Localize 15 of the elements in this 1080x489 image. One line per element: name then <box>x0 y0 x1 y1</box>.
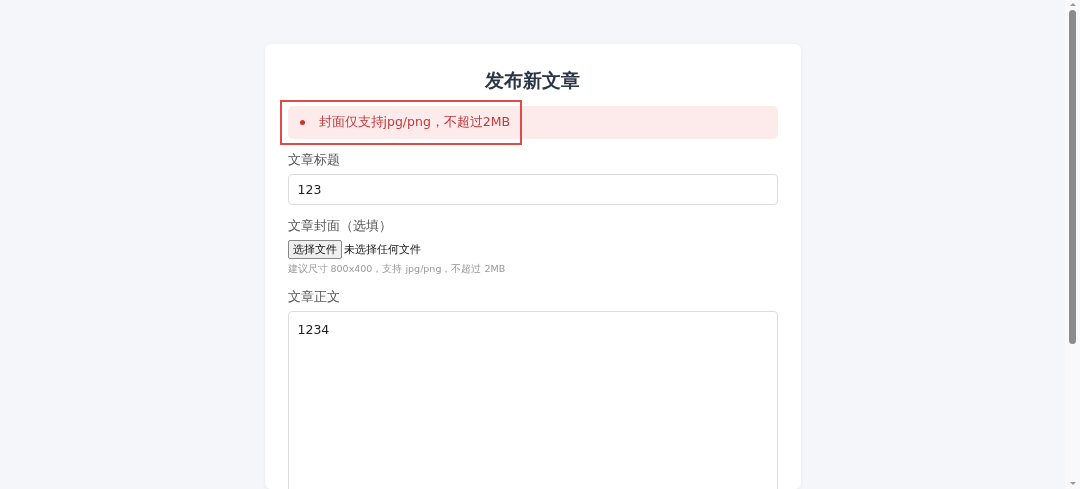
field-label: 文章封面（选填） <box>287 218 393 235</box>
page-title: 发布新文章 <box>484 68 581 93</box>
choose-file-button[interactable]: 选择文件 <box>287 240 342 259</box>
scroll-up-icon[interactable] <box>1069 3 1076 6</box>
hint-text: 建议尺寸 800x400，支持 jpg/png，不超过 2MB <box>287 263 507 276</box>
scrollbar-thumb[interactable] <box>1069 10 1076 344</box>
text-area[interactable]: 1234 <box>287 311 778 489</box>
field-label: 文章标题 <box>287 152 341 169</box>
error-message: 封面仅支持jpg/png，不超过2MB <box>318 114 511 131</box>
scroll-down-icon[interactable] <box>1069 482 1076 485</box>
file-status: 未选择任何文件 <box>343 242 421 257</box>
scrollbar[interactable] <box>1065 0 1080 489</box>
field-label: 文章正文 <box>287 289 341 306</box>
bullet-icon <box>299 120 305 125</box>
text-field[interactable]: 123 <box>287 174 778 205</box>
